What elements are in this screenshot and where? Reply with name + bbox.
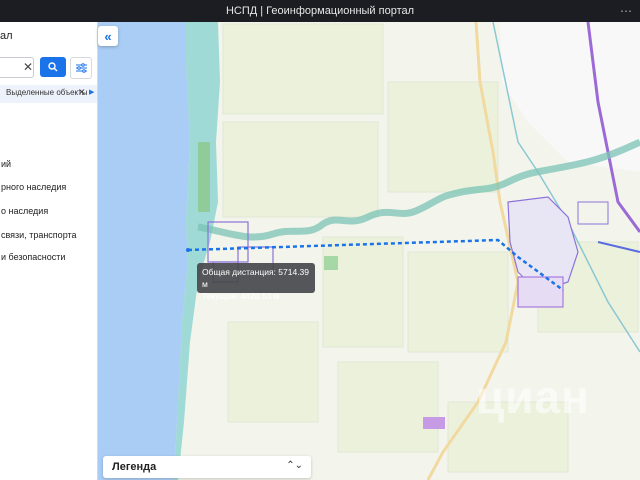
window-title: НСПД | Геоинформационный портал — [225, 5, 415, 17]
sidebar-item-5[interactable]: и безопасности — [1, 252, 65, 262]
water-body — [98, 22, 190, 480]
current-distance-label: Текущая: 4628.53 м — [202, 291, 280, 301]
measurement-tooltip: Общая дистанция: 5714.39 м Текущая: 4628… — [197, 263, 315, 301]
collapse-sidebar-button[interactable]: « — [98, 26, 118, 46]
watermark-logo: циан — [476, 371, 590, 423]
search-icon — [48, 62, 58, 72]
sidebar-item-2[interactable]: рного наследия — [1, 182, 66, 192]
map-canvas[interactable]: циан — [98, 22, 640, 480]
green-parcel-small — [324, 256, 338, 270]
legend-label: Легенда — [112, 461, 157, 473]
sidebar: ал ✕ Выделенные объекты ✕ ▶ ий рного нас… — [0, 22, 98, 480]
chip-arrow-icon[interactable]: ▶ — [89, 88, 94, 96]
purple-parcel — [423, 417, 445, 429]
filter-button[interactable] — [70, 57, 92, 79]
clear-search-icon[interactable]: ✕ — [23, 60, 33, 74]
selected-objects-chip[interactable]: Выделенные объекты ✕ ▶ — [0, 85, 97, 103]
measurement-start-point[interactable] — [186, 248, 190, 252]
filter-sliders-icon — [75, 63, 87, 73]
search-button[interactable] — [40, 57, 66, 77]
chevron-updown-icon: ⌃⌄ — [286, 460, 303, 471]
window-titlebar: НСПД | Геоинформационный портал ⋯ — [0, 0, 640, 22]
legend-dropdown[interactable]: Легенда ⌃⌄ — [103, 456, 311, 478]
sidebar-item-1[interactable]: ий — [1, 159, 11, 169]
sidebar-item-3[interactable]: о наследия — [1, 206, 48, 216]
chip-label: Выделенные объекты — [6, 88, 88, 97]
sidebar-title: ал — [0, 30, 13, 42]
green-parcel — [198, 142, 210, 212]
window-menu-icon[interactable]: ⋯ — [618, 3, 634, 19]
chip-close-icon[interactable]: ✕ — [78, 87, 86, 98]
total-distance-label: Общая дистанция: 5714.39 м — [202, 267, 310, 289]
sidebar-item-4[interactable]: связи, транспорта — [1, 230, 77, 240]
